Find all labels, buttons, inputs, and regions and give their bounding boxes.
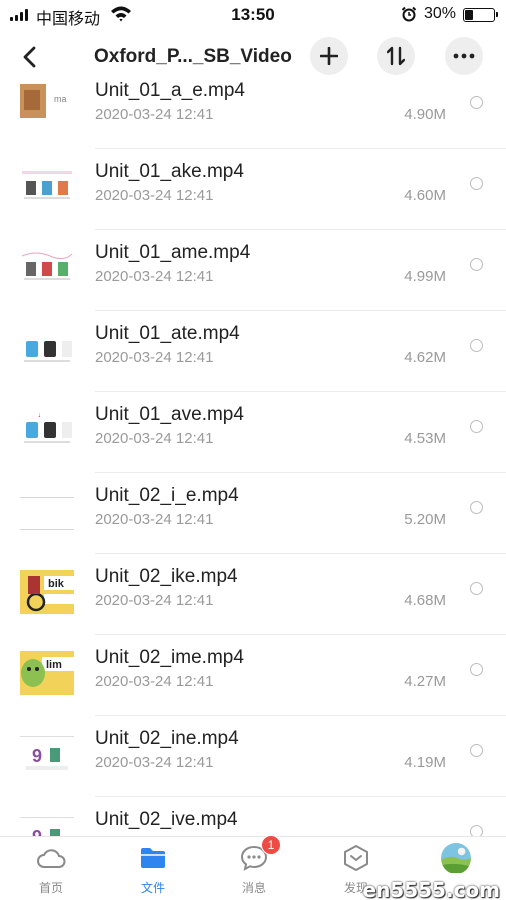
folder-title: Oxford_P..._SB_Video — [94, 46, 292, 67]
select-radio[interactable] — [470, 582, 483, 595]
battery-icon — [463, 8, 498, 22]
back-chevron-icon — [23, 46, 36, 68]
file-size: 4.90M — [404, 106, 446, 123]
file-row[interactable]: Unit_01_ate.mp4 2020-03-24 12:41 4.62M — [0, 311, 506, 392]
file-row[interactable]: Unit_01_ake.mp4 2020-03-24 12:41 4.60M — [0, 149, 506, 230]
file-date: 2020-03-24 12:41 — [95, 187, 214, 204]
folder-icon — [141, 848, 165, 868]
cloud-icon — [37, 849, 66, 868]
file-list: ma Unit_01_a_e.mp4 2020-03-24 12:41 4.90M Un… — [0, 82, 506, 836]
file-date: 2020-03-24 12:41 — [95, 511, 214, 528]
svg-text:♩: ♩ — [38, 412, 45, 419]
back-button[interactable] — [14, 42, 44, 72]
tab-files-label: 文件 — [140, 881, 165, 895]
add-button[interactable] — [310, 37, 348, 75]
file-row[interactable]: bik Unit_02_ike.mp4 2020-03-24 12:41 4.68M — [0, 554, 506, 635]
video-thumbnail: 9 — [20, 813, 74, 836]
video-thumbnail: bik — [20, 570, 74, 614]
video-thumbnail — [20, 327, 74, 371]
more-button[interactable] — [445, 37, 483, 75]
file-size: 4.53M — [404, 430, 446, 447]
video-thumbnail: ma — [20, 84, 74, 128]
tab-messages-label: 消息 — [241, 881, 266, 895]
select-radio[interactable] — [470, 420, 483, 433]
file-size: 4.62M — [404, 349, 446, 366]
file-row[interactable]: 9 Unit_02_ine.mp4 2020-03-24 12:41 4.19M — [0, 716, 506, 797]
select-radio[interactable] — [470, 744, 483, 757]
file-date: 2020-03-24 12:41 — [95, 592, 214, 609]
sort-icon — [387, 46, 405, 66]
select-radio[interactable] — [470, 96, 483, 109]
file-name: Unit_01_ake.mp4 — [95, 161, 244, 182]
file-size: 4.68M — [404, 592, 446, 609]
tab-home-label: 首页 — [38, 881, 63, 895]
file-size: 4.99M — [404, 268, 446, 285]
video-thumbnail: ♩ — [20, 408, 74, 452]
avatar — [441, 843, 471, 873]
select-radio[interactable] — [470, 258, 483, 271]
file-row[interactable]: ♩ Unit_01_ave.mp4 2020-03-24 12:41 4.53M — [0, 392, 506, 473]
file-name: Unit_02_ike.mp4 — [95, 566, 238, 587]
select-radio[interactable] — [470, 339, 483, 352]
file-name: Unit_01_a_e.mp4 — [95, 82, 245, 101]
file-row[interactable]: ma Unit_01_a_e.mp4 2020-03-24 12:41 4.90M — [0, 82, 506, 149]
video-thumbnail: lim — [20, 651, 74, 695]
file-name: Unit_01_ave.mp4 — [95, 404, 244, 425]
svg-text:ma: ma — [54, 94, 67, 104]
file-name: Unit_02_ive.mp4 — [95, 809, 238, 830]
file-name: Unit_02_ine.mp4 — [95, 728, 239, 749]
alarm-icon — [401, 6, 417, 22]
file-date: 2020-03-24 12:41 — [95, 754, 214, 771]
discover-icon — [344, 845, 368, 871]
select-radio[interactable] — [470, 663, 483, 676]
nav-bar: Oxford_P..._SB_Video — [0, 32, 506, 82]
battery-percent: 30% — [424, 5, 457, 22]
unread-badge: 1 — [261, 835, 281, 855]
plus-icon — [320, 47, 338, 65]
file-name: Unit_02_i_e.mp4 — [95, 485, 239, 506]
file-row[interactable]: Unit_02_i_e.mp4 2020-03-24 12:41 5.20M — [0, 473, 506, 554]
watermark-text: en5555.com — [362, 878, 501, 900]
file-date: 2020-03-24 12:41 — [95, 349, 214, 366]
select-radio[interactable] — [470, 825, 483, 836]
video-thumbnail: 9 — [20, 732, 74, 776]
video-thumbnail — [20, 489, 74, 533]
video-thumbnail — [20, 165, 74, 209]
file-date: 2020-03-24 12:41 — [95, 673, 214, 690]
file-name: Unit_01_ame.mp4 — [95, 242, 251, 263]
file-row[interactable]: Unit_01_ame.mp4 2020-03-24 12:41 4.99M — [0, 230, 506, 311]
video-thumbnail — [20, 246, 74, 290]
file-size: 4.60M — [404, 187, 446, 204]
tab-messages[interactable]: 1 消息 — [214, 835, 294, 899]
file-date: 2020-03-24 12:41 — [95, 430, 214, 447]
file-name: Unit_01_ate.mp4 — [95, 323, 240, 344]
file-date: 2020-03-24 12:41 — [95, 106, 214, 123]
tab-home[interactable]: 首页 — [11, 843, 91, 899]
svg-text:lim: lim — [46, 659, 62, 671]
select-radio[interactable] — [470, 501, 483, 514]
svg-text:bik: bik — [48, 578, 65, 590]
svg-text:9: 9 — [32, 746, 42, 766]
more-icon — [453, 53, 475, 59]
file-row[interactable]: lim Unit_02_ime.mp4 2020-03-24 12:41 4.27M — [0, 635, 506, 716]
sort-button[interactable] — [377, 37, 415, 75]
select-radio[interactable] — [470, 177, 483, 190]
file-date: 2020-03-24 12:41 — [95, 268, 214, 285]
file-size: 4.19M — [404, 754, 446, 771]
svg-text:9: 9 — [32, 827, 42, 836]
file-row[interactable]: 9 Unit_02_ive.mp4 — [0, 797, 506, 836]
file-size: 5.20M — [404, 511, 446, 528]
status-bar: 中国移动 13:50 30% — [0, 0, 506, 30]
file-name: Unit_02_ime.mp4 — [95, 647, 244, 668]
tab-files[interactable]: 文件 — [113, 843, 193, 899]
file-size: 4.27M — [404, 673, 446, 690]
